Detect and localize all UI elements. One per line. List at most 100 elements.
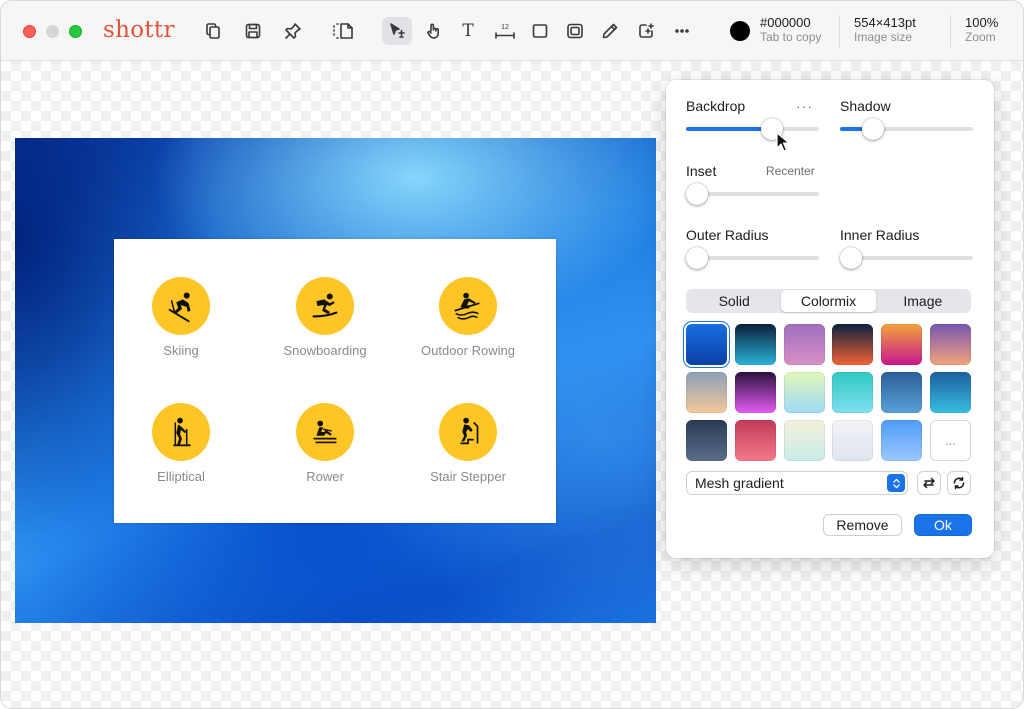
add-element-icon bbox=[639, 23, 654, 38]
zoom-value: 100% bbox=[965, 15, 999, 30]
blur-tool-button[interactable] bbox=[560, 17, 590, 45]
activity-item: Rower bbox=[255, 403, 395, 484]
stair-stepper-icon bbox=[439, 403, 497, 461]
tab-solid[interactable]: Solid bbox=[687, 290, 781, 312]
slider-thumb[interactable] bbox=[840, 247, 862, 269]
hand-tool-button[interactable] bbox=[419, 17, 449, 45]
close-window-button[interactable] bbox=[23, 25, 36, 38]
image-size-info: 554×413pt Image size bbox=[854, 15, 916, 45]
image-size-value: 554×413pt bbox=[854, 15, 916, 30]
activity-label: Snowboarding bbox=[283, 343, 367, 358]
add-element-button[interactable] bbox=[631, 17, 661, 45]
backdrop-label: Backdrop bbox=[686, 98, 746, 114]
gradient-swatch[interactable] bbox=[930, 324, 971, 365]
zoom-info[interactable]: 100% Zoom bbox=[965, 15, 998, 45]
gradient-swatch[interactable] bbox=[735, 324, 776, 365]
activity-label: Stair Stepper bbox=[430, 469, 506, 484]
pin-button[interactable] bbox=[278, 17, 308, 45]
gradient-swatch[interactable] bbox=[686, 372, 727, 413]
rectangle-tool-button[interactable] bbox=[525, 17, 555, 45]
backdrop-more-button[interactable]: ··· bbox=[796, 98, 813, 114]
gradient-swatch[interactable] bbox=[686, 420, 727, 461]
save-button[interactable] bbox=[238, 17, 268, 45]
text-tool-button[interactable]: T bbox=[453, 17, 483, 45]
swap-colors-button[interactable] bbox=[917, 471, 941, 495]
pin-icon bbox=[285, 23, 301, 39]
picked-color-swatch[interactable] bbox=[730, 21, 750, 41]
gradient-swatch[interactable] bbox=[686, 324, 727, 365]
gradient-swatch[interactable] bbox=[832, 372, 873, 413]
shottr-window: shottr T 12 #000000 Tab to copy 554×413p… bbox=[0, 0, 1024, 709]
outer-radius-label: Outer Radius bbox=[686, 227, 769, 243]
tab-colormix[interactable]: Colormix bbox=[781, 290, 876, 312]
slider-thumb[interactable] bbox=[686, 183, 708, 205]
color-info[interactable]: #000000 Tab to copy bbox=[760, 15, 821, 45]
gradient-swatch[interactable] bbox=[784, 324, 825, 365]
activity-item: Snowboarding bbox=[255, 277, 395, 358]
copy-button[interactable] bbox=[199, 17, 229, 45]
tab-image[interactable]: Image bbox=[876, 290, 970, 312]
app-logo: shottr bbox=[103, 17, 175, 43]
gradient-swatch[interactable] bbox=[881, 324, 922, 365]
chevron-updown-icon bbox=[887, 474, 905, 492]
activity-item: Skiing bbox=[111, 277, 251, 358]
backdrop-slider[interactable] bbox=[686, 118, 819, 140]
gradient-mode-select[interactable]: Mesh gradient bbox=[686, 471, 908, 495]
backdrop-panel: Backdrop ··· Shadow Inset Recenter Outer… bbox=[666, 80, 994, 558]
activity-label: Rower bbox=[306, 469, 344, 484]
gradient-swatch[interactable] bbox=[784, 420, 825, 461]
pencil-tool-button[interactable] bbox=[595, 17, 625, 45]
gradient-swatch[interactable] bbox=[881, 372, 922, 413]
screenshot-card[interactable]: Skiing Snowboarding Outdoor Rowing Ellip… bbox=[114, 239, 556, 523]
gradient-swatch[interactable] bbox=[832, 420, 873, 461]
inner-radius-label: Inner Radius bbox=[840, 227, 920, 243]
gradient-swatch[interactable] bbox=[881, 420, 922, 461]
gradient-swatch[interactable] bbox=[735, 420, 776, 461]
toolbar: shottr T 12 #000000 Tab to copy 554×413p… bbox=[1, 1, 1023, 61]
pencil-icon bbox=[602, 23, 618, 39]
ok-button[interactable]: Ok bbox=[914, 514, 972, 536]
refresh-icon bbox=[953, 476, 965, 490]
divider bbox=[839, 15, 840, 47]
shadow-slider[interactable] bbox=[840, 118, 973, 140]
zoom-window-button[interactable] bbox=[69, 25, 82, 38]
inner-radius-slider[interactable] bbox=[840, 247, 973, 269]
ruler-value: 12 bbox=[501, 24, 509, 31]
save-icon bbox=[245, 23, 261, 39]
inset-label: Inset bbox=[686, 163, 717, 179]
rower-icon bbox=[296, 403, 354, 461]
more-swatches-button[interactable]: ... bbox=[930, 420, 971, 461]
select-arrow-icon bbox=[390, 23, 405, 38]
gradient-swatch[interactable] bbox=[832, 324, 873, 365]
swap-arrows-icon bbox=[923, 477, 935, 489]
minimize-window-button[interactable] bbox=[46, 25, 59, 38]
shadow-label: Shadow bbox=[840, 98, 891, 114]
inset-slider[interactable] bbox=[686, 183, 819, 205]
ruler-tool-button[interactable]: 12 bbox=[490, 17, 520, 45]
remove-button[interactable]: Remove bbox=[823, 514, 902, 536]
snowboarding-icon bbox=[296, 277, 354, 335]
rectangle-icon bbox=[532, 24, 548, 38]
activity-item: Outdoor Rowing bbox=[398, 277, 538, 358]
blur-box-icon bbox=[567, 23, 583, 39]
gradient-mode-value: Mesh gradient bbox=[695, 475, 784, 491]
gradient-swatch[interactable] bbox=[784, 372, 825, 413]
copy-icon bbox=[206, 23, 220, 39]
slider-thumb[interactable] bbox=[686, 247, 708, 269]
text-tool-icon: T bbox=[462, 21, 474, 41]
skiing-icon bbox=[152, 277, 210, 335]
crop-expand-button[interactable] bbox=[326, 17, 362, 45]
gradient-swatch[interactable] bbox=[735, 372, 776, 413]
color-hint: Tab to copy bbox=[760, 30, 822, 44]
outer-radius-slider[interactable] bbox=[686, 247, 819, 269]
image-size-label: Image size bbox=[854, 30, 913, 44]
recenter-button[interactable]: Recenter bbox=[766, 164, 815, 178]
color-value: #000000 bbox=[760, 15, 811, 30]
slider-thumb[interactable] bbox=[862, 118, 884, 140]
refresh-gradient-button[interactable] bbox=[947, 471, 971, 495]
mouse-cursor-icon bbox=[776, 132, 790, 152]
gradient-swatch[interactable] bbox=[930, 372, 971, 413]
select-tool-button[interactable] bbox=[382, 17, 412, 45]
crop-expand-icon bbox=[333, 23, 353, 39]
more-tools-button[interactable] bbox=[667, 17, 697, 45]
